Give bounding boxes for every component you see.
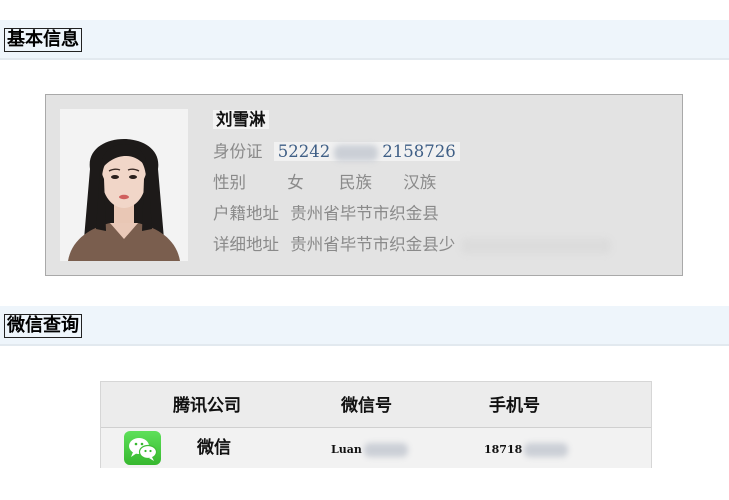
column-header-phone: 手机号	[489, 396, 540, 416]
phone-prefix: 18718	[484, 443, 523, 456]
id-number-value: 52242 2158726	[273, 142, 460, 161]
id-number-suffix: 2158726	[382, 142, 456, 161]
redaction-blur	[460, 237, 611, 254]
household-address-label: 户籍地址	[213, 204, 279, 223]
ethnicity-value: 汉族	[403, 173, 437, 192]
wechat-query-section-header: 微信查询	[0, 306, 729, 346]
column-header-company: 腾讯公司	[173, 396, 241, 416]
gender-label: 性别	[213, 173, 246, 192]
household-address-value: 贵州省毕节市织金县	[290, 204, 439, 223]
basic-info-title: 基本信息	[4, 28, 82, 52]
detail-address-value: 贵州省毕节市织金县少	[290, 235, 456, 254]
person-name: 刘雪淋	[213, 110, 269, 129]
redaction-blur	[334, 144, 379, 161]
id-number-prefix: 52242	[277, 142, 331, 161]
basic-info-section-header: 基本信息	[0, 20, 729, 60]
app-name: 微信	[197, 438, 231, 458]
table-row: 微信 Luan 18718	[101, 428, 651, 468]
redaction-blur	[524, 443, 569, 457]
wechat-id-value: Luan	[331, 440, 408, 460]
ethnicity-label: 民族	[339, 173, 372, 192]
table-header-row: 腾讯公司 微信号 手机号	[101, 382, 651, 428]
portrait-image	[60, 109, 188, 261]
wechat-id-prefix: Luan	[331, 443, 362, 456]
id-card: 刘雪淋 身份证 52242 2158726 性别 女 民族 汉族 户籍地址 贵州省…	[45, 94, 683, 276]
gender-value: 女	[287, 173, 304, 192]
detail-address-label: 详细地址	[213, 235, 279, 254]
redaction-blur	[363, 443, 408, 457]
wechat-query-title: 微信查询	[4, 314, 82, 338]
wechat-icon	[124, 431, 161, 465]
phone-value: 18718	[484, 440, 569, 460]
id-photo	[60, 109, 188, 261]
id-number-label: 身份证	[213, 142, 263, 161]
column-header-wechat-id: 微信号	[341, 396, 392, 416]
wechat-table: 腾讯公司 微信号 手机号 微信 Luan 18718	[100, 381, 652, 468]
